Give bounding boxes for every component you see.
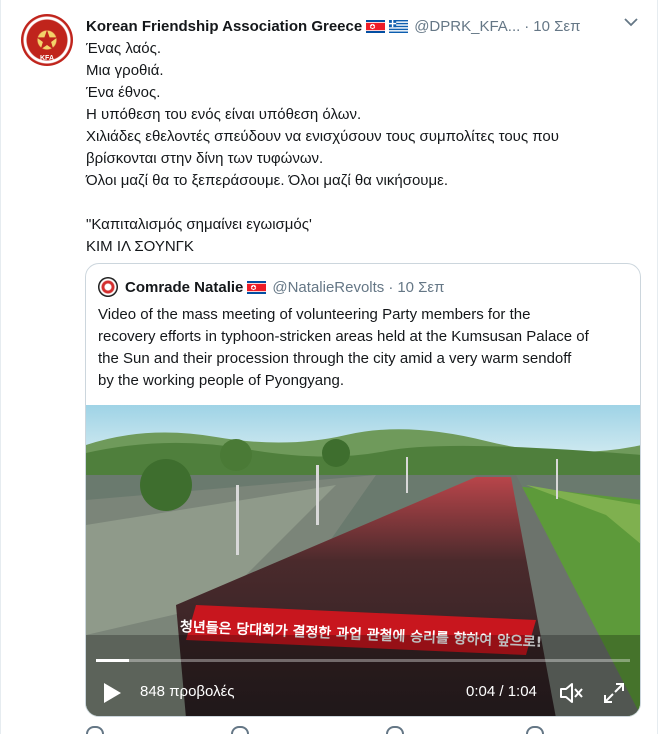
share-icon[interactable]: [526, 726, 544, 734]
chevron-down-icon[interactable]: [623, 14, 639, 30]
avatar-logo-text: KFA: [40, 55, 54, 62]
quoted-line: by the working people of Pyongyang.: [98, 372, 344, 389]
tweet-line: Χιλιάδες εθελοντές σπεύδουν να ενισχύσου…: [86, 128, 559, 145]
quoted-tweet-text: Video of the mass meeting of volunteerin…: [98, 304, 633, 392]
tweet-actions: [86, 726, 546, 734]
view-count: 848 προβολές: [140, 683, 235, 700]
quoted-tweet-header: Comrade Natalie @NatalieRevolts · 10 Σεπ: [98, 276, 444, 298]
quoted-avatar: [98, 277, 118, 297]
tweet-line: Ένας λαός.: [86, 40, 162, 57]
north-korea-flag-icon: [247, 280, 267, 294]
quoted-display-name: Comrade Natalie: [125, 278, 244, 296]
reply-icon[interactable]: [86, 726, 104, 734]
display-name[interactable]: Korean Friendship Association Greece: [86, 18, 362, 35]
tweet-line: Η υπόθεση του ενός είναι υπόθεση όλων.: [86, 106, 362, 123]
video-player[interactable]: 청년들은 당대회가 결정한 과업 관철에 승리를 향하여 앞으로! 848 πρ…: [86, 405, 640, 716]
quoted-line: the Sun and their procession through the…: [98, 350, 572, 367]
quoted-tweet[interactable]: Comrade Natalie @NatalieRevolts · 10 Σεπ…: [85, 263, 641, 717]
tweet-line: Όλοι μαζί θα το ξεπεράσουμε. Όλοι μαζί θ…: [86, 172, 448, 189]
tweet-line: βρίσκονται στην δίνη των τυφώνων.: [86, 150, 324, 167]
tweet-line: Μια γροθιά.: [86, 62, 164, 79]
emblem-icon: KFA: [36, 30, 58, 62]
quote-author: ΚΙΜ ΙΛ ΣΟΥΝΓΚ: [86, 238, 194, 255]
separator-dot: ·: [388, 278, 394, 296]
video-progress-bar[interactable]: [96, 659, 630, 662]
play-icon[interactable]: [102, 682, 122, 704]
quoted-line: recovery efforts in typhoon-stricken are…: [98, 328, 589, 345]
handle[interactable]: @DPRK_KFA...: [414, 18, 520, 35]
quoted-timestamp: 10 Σεπ: [397, 278, 445, 296]
separator-dot: ·: [524, 17, 530, 35]
retweet-icon[interactable]: [231, 726, 249, 734]
tweet-header: Korean Friendship Association Greece @DP…: [86, 15, 646, 37]
tweet-card[interactable]: KFA Korean Friendship Association Greece…: [0, 0, 658, 734]
greece-flag-icon: [389, 19, 409, 33]
like-icon[interactable]: [386, 726, 404, 734]
avatar[interactable]: KFA: [21, 14, 73, 66]
video-time: 0:04 / 1:04: [466, 683, 537, 700]
quote-line: "Καπιταλισμός σημαίνει εγωισμός': [86, 216, 312, 233]
quoted-handle: @NatalieRevolts: [272, 278, 385, 296]
volume-muted-icon[interactable]: [558, 681, 584, 705]
timestamp[interactable]: 10 Σεπ: [533, 18, 580, 35]
tweet-line: Ένα έθνος.: [86, 84, 161, 101]
tweet-text: Ένας λαός. Μια γροθιά. Ένα έθνος. Η υπόθ…: [86, 38, 646, 258]
video-frame: 청년들은 당대회가 결정한 과업 관철에 승리를 향하여 앞으로!: [86, 405, 640, 716]
fullscreen-icon[interactable]: [602, 681, 626, 705]
north-korea-flag-icon: [366, 19, 386, 33]
quoted-line: Video of the mass meeting of volunteerin…: [98, 306, 531, 323]
video-progress-fill: [96, 659, 130, 662]
